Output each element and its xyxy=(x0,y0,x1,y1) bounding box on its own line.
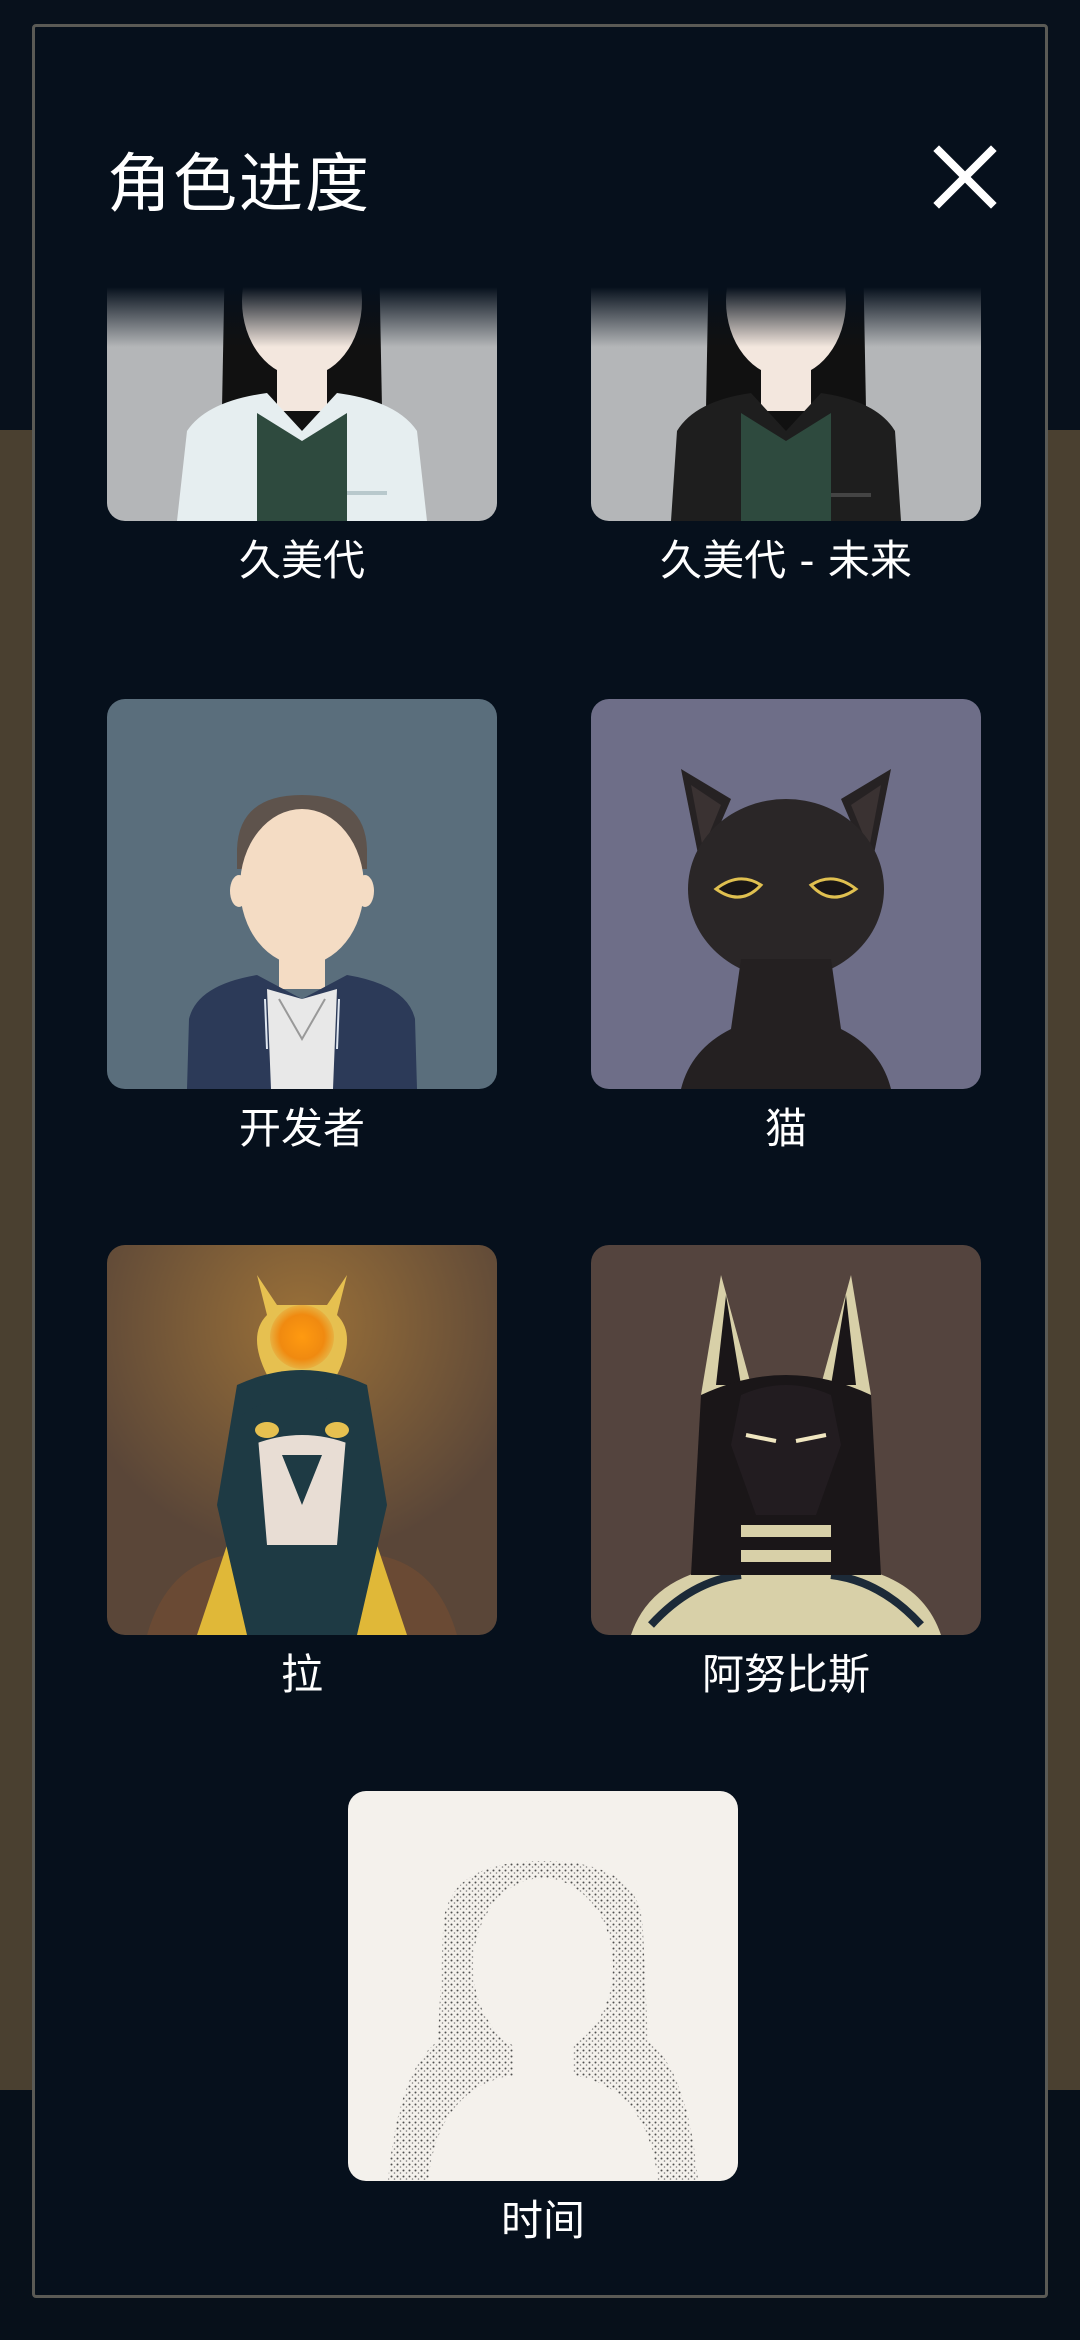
dialog-title: 角色进度 xyxy=(107,148,371,222)
portrait-kumiyo-future xyxy=(591,287,981,521)
character-card-developer[interactable]: 开发者 xyxy=(107,699,497,1159)
ra-portrait-image xyxy=(107,1245,497,1635)
character-name: 开发者 xyxy=(238,1104,365,1153)
character-name: 时间 xyxy=(500,2196,585,2245)
character-name: 久美代 - 未来 xyxy=(660,536,912,585)
close-button[interactable] xyxy=(915,127,1015,227)
developer-portrait-image xyxy=(107,699,497,1089)
character-name: 阿努比斯 xyxy=(701,1650,870,1699)
character-card-anubis[interactable]: 阿努比斯 xyxy=(591,1245,981,1705)
portrait-kumiyo xyxy=(107,287,497,521)
kumiyo-portrait-image xyxy=(107,287,497,521)
character-name: 猫 xyxy=(764,1104,807,1153)
portrait-anubis xyxy=(591,1245,981,1635)
cat-portrait-image xyxy=(591,699,981,1089)
close-icon xyxy=(933,145,997,209)
character-grid[interactable]: 久美代 久美代 - 未来 开发者 猫 拉 阿努比斯 时间 xyxy=(35,287,1045,2287)
character-card-cat[interactable]: 猫 xyxy=(591,699,981,1159)
kumiyo-future-portrait-image xyxy=(591,287,981,521)
character-progress-dialog: 角色进度 久美代 久美代 - 未来 开发者 猫 拉 阿努比斯 时间 xyxy=(32,24,1048,2298)
portrait-ra xyxy=(107,1245,497,1635)
character-card-time[interactable]: 时间 xyxy=(348,1791,738,2251)
character-card-kumiyo[interactable]: 久美代 xyxy=(107,287,497,591)
character-name: 拉 xyxy=(280,1650,323,1699)
anubis-portrait-image xyxy=(591,1245,981,1635)
character-card-kumiyo-future[interactable]: 久美代 - 未来 xyxy=(591,287,981,591)
character-name: 久美代 xyxy=(238,536,365,585)
portrait-cat xyxy=(591,699,981,1089)
portrait-developer xyxy=(107,699,497,1089)
character-card-ra[interactable]: 拉 xyxy=(107,1245,497,1705)
time-portrait-image xyxy=(348,1791,738,2181)
portrait-time xyxy=(348,1791,738,2181)
